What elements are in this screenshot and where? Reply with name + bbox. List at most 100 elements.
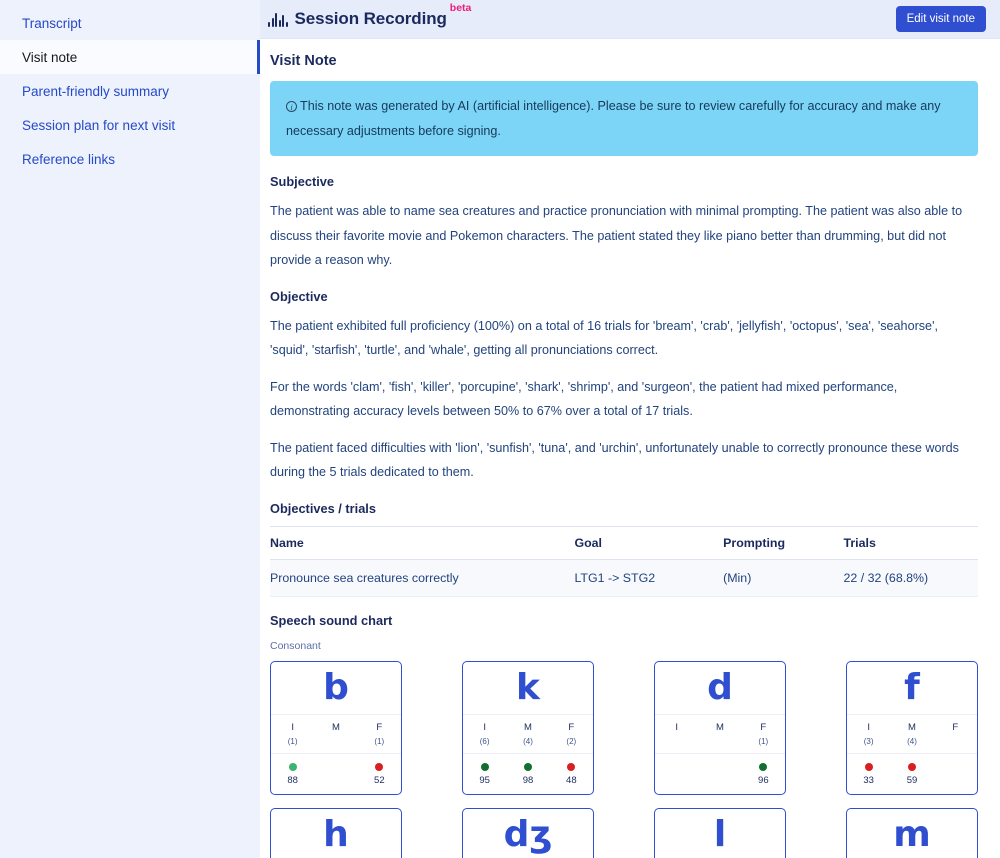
objectives-trials-heading: Objectives / trials — [270, 501, 376, 517]
accuracy-value — [934, 775, 977, 786]
accuracy-dot-icon — [480, 762, 489, 771]
position-count — [314, 737, 357, 746]
position-label: F — [376, 722, 383, 734]
main-panel: Session Recording beta Edit visit note V… — [260, 0, 1000, 858]
position-count: (1) — [287, 737, 298, 747]
column-header-trials: Trials — [843, 526, 978, 561]
sound-glyph: f — [904, 667, 920, 709]
position-label: I — [291, 722, 294, 734]
position-count-row: (6) (4) (2) — [463, 733, 593, 753]
speech-sound-card-grid: b I M F (1) (1) 88 52 k I M F (6) (4) (2) 95 98 48 d I M F (1)… — [270, 661, 978, 858]
accuracy-dot-row — [847, 753, 977, 771]
cell-prompting: (Min) — [723, 559, 844, 598]
position-label: I — [867, 722, 870, 734]
position-label: M — [332, 722, 340, 734]
position-label: F — [568, 722, 575, 734]
consonant-group-label: Consonant — [270, 640, 321, 653]
speech-sound-card[interactable]: f I M F (3) (4) 33 59 — [846, 661, 978, 796]
position-label: M — [908, 722, 916, 734]
waveform-icon — [268, 11, 288, 27]
beta-badge: beta — [449, 2, 472, 14]
accuracy-value-row: 88 52 — [271, 771, 401, 794]
speech-sound-card[interactable]: b I M F (1) (1) 88 52 — [270, 661, 402, 796]
position-count: (3) — [863, 737, 874, 747]
position-count: (4) — [523, 737, 533, 747]
speech-sound-card[interactable]: d I M F (1) 96 — [654, 661, 786, 796]
accuracy-dot-icon — [523, 762, 532, 771]
accuracy-value: 59 — [906, 775, 918, 787]
accuracy-dot-cell — [847, 762, 890, 771]
accuracy-dot-icon — [375, 762, 384, 771]
info-circle-icon: i — [286, 101, 297, 112]
column-header-goal: Goal — [574, 526, 724, 561]
position-label: M — [524, 722, 532, 734]
sidebar-item-transcript[interactable]: Transcript — [0, 6, 260, 40]
position-count: (4) — [907, 737, 917, 747]
accuracy-value: 33 — [863, 775, 874, 787]
accuracy-value — [314, 775, 357, 786]
sound-glyph: l — [713, 814, 727, 856]
speech-sound-chart-heading: Speech sound chart — [270, 613, 393, 629]
accuracy-dot-cell — [358, 762, 401, 771]
speech-sound-card[interactable]: hIMF(1)99 — [270, 808, 402, 858]
position-count-row: (3) (4) — [847, 733, 977, 753]
accuracy-dot-row — [271, 753, 401, 771]
speech-sound-card[interactable]: k I M F (6) (4) (2) 95 98 48 — [462, 661, 594, 796]
objective-paragraph: For the words 'clam', 'fish', 'killer', … — [270, 379, 898, 419]
accuracy-dot-cell — [314, 762, 357, 771]
sidebar-item-label: Reference links — [22, 151, 116, 167]
position-count-row: (1) (1) — [271, 733, 401, 753]
position-label: I — [483, 722, 486, 734]
sidebar-item-label: Transcript — [22, 15, 82, 31]
accuracy-dot-icon — [288, 762, 297, 771]
accuracy-value: 48 — [566, 775, 577, 787]
accuracy-value-row: 96 — [655, 771, 785, 794]
accuracy-dot-cell — [890, 762, 933, 771]
position-label-row: IMF — [463, 714, 593, 733]
table-header-row: Name Goal Prompting Trials — [270, 526, 978, 561]
objective-paragraph: The patient exhibited full proficiency (… — [270, 318, 938, 358]
accuracy-dot-cell — [506, 762, 549, 771]
position-label-row: IMF — [271, 714, 401, 733]
position-count — [698, 737, 741, 746]
accuracy-dot-cell — [934, 762, 977, 771]
sidebar-item-session-plan[interactable]: Session plan for next visit — [0, 108, 260, 142]
speech-sound-card[interactable]: mIMF(3)(4)6650 — [846, 808, 978, 858]
position-label-row: IMF — [847, 714, 977, 733]
accuracy-value — [698, 775, 741, 786]
sidebar-item-parent-friendly-summary[interactable]: Parent-friendly summary — [0, 74, 260, 108]
subjective-heading: Subjective — [270, 174, 335, 190]
accuracy-dot-cell — [742, 762, 785, 771]
accuracy-value: 95 — [479, 775, 490, 787]
accuracy-value: 96 — [758, 775, 769, 787]
column-header-prompting: Prompting — [723, 526, 844, 561]
sound-glyph: h — [323, 814, 349, 856]
sidebar-item-visit-note[interactable]: Visit note — [0, 40, 260, 74]
objective-paragraph: The patient faced difficulties with 'lio… — [270, 440, 959, 480]
accuracy-dot-icon — [864, 762, 873, 771]
position-count: (2) — [566, 737, 577, 747]
ai-notice-text: This note was generated by AI (artificia… — [286, 99, 941, 138]
position-count: (1) — [374, 737, 385, 747]
speech-sound-card[interactable]: lIMF(1)(7)(7)05777 — [654, 808, 786, 858]
accuracy-dot-icon — [567, 762, 576, 771]
edit-visit-note-button[interactable]: Edit visit note — [895, 6, 986, 32]
accuracy-dot-icon — [759, 762, 768, 771]
sidebar-item-reference-links[interactable]: Reference links — [0, 142, 260, 176]
app-header: Session Recording beta Edit visit note — [260, 0, 1000, 39]
accuracy-dot-cell — [550, 762, 593, 771]
sidebar-item-label: Session plan for next visit — [22, 117, 176, 133]
accuracy-dot-cell — [463, 762, 506, 771]
position-label: F — [760, 722, 767, 734]
sound-glyph: d — [707, 667, 733, 709]
app-root: Transcript Visit note Parent-friendly su… — [0, 0, 1000, 858]
content-scroll-area[interactable]: Visit Note i This note was generated by A… — [260, 39, 1000, 858]
position-label-row: IMF — [655, 714, 785, 733]
accuracy-dot-cell — [655, 762, 698, 771]
accuracy-value: 98 — [522, 775, 534, 787]
app-title: Session Recording — [294, 9, 447, 28]
ai-generated-notice: i This note was generated by AI (artifici… — [270, 81, 978, 157]
table-row[interactable]: Pronounce sea creatures correctly LTG1 -… — [270, 559, 978, 598]
position-count: (1) — [758, 737, 769, 747]
speech-sound-card[interactable]: dʒIMF(2)(2)5091 — [462, 808, 594, 858]
